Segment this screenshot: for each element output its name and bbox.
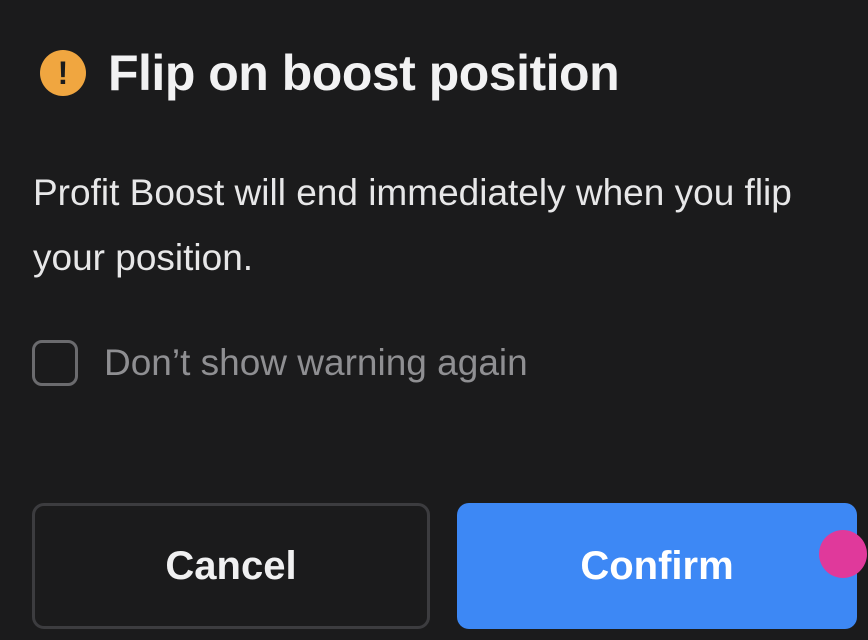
dont-show-again-checkbox[interactable] bbox=[32, 340, 78, 386]
confirm-button-label: Confirm bbox=[580, 543, 734, 588]
confirm-button[interactable]: Confirm bbox=[457, 503, 857, 629]
flip-boost-dialog: ! Flip on boost position Profit Boost wi… bbox=[0, 0, 868, 640]
dont-show-again-row[interactable]: Don’t show warning again bbox=[32, 340, 528, 386]
touch-indicator bbox=[819, 530, 867, 578]
cancel-button-label: Cancel bbox=[165, 543, 297, 588]
dialog-title: Flip on boost position bbox=[108, 45, 620, 101]
dont-show-again-label: Don’t show warning again bbox=[104, 342, 528, 383]
cancel-button[interactable]: Cancel bbox=[32, 503, 430, 629]
dialog-message: Profit Boost will end immediately when y… bbox=[33, 172, 792, 278]
dialog-header: ! Flip on boost position bbox=[40, 44, 620, 102]
warning-icon: ! bbox=[40, 50, 86, 96]
warning-icon-glyph: ! bbox=[57, 55, 69, 91]
